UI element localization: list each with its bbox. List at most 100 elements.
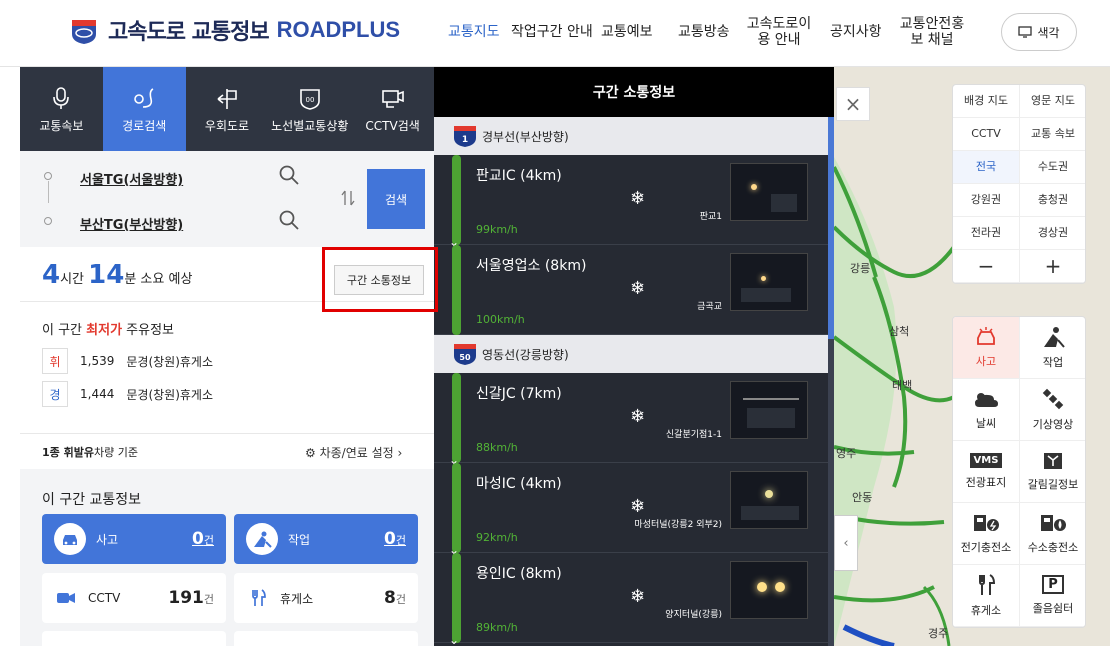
nav-traffic-map[interactable]: 교통지도: [448, 24, 500, 40]
chevron-left-icon: ‹: [843, 535, 849, 551]
collapse-panel-button[interactable]: ‹: [834, 515, 858, 571]
route-search-form: 서울TG(서울방향) 부산TG(부산방향) 검색: [20, 151, 434, 247]
tab-cctv-search[interactable]: CCTV검색: [351, 67, 434, 151]
segment-speed: 88km/h: [476, 441, 518, 454]
segment-speed: 89km/h: [476, 621, 518, 634]
cctv-label: 신갈분기점1-1: [665, 430, 722, 440]
rest-area-layer-button[interactable]: 휴게소: [953, 565, 1020, 627]
cctv-label: 양지터널(강릉): [665, 610, 722, 620]
card-label: CCTV: [88, 591, 121, 605]
cctv-thumbnail[interactable]: [730, 381, 808, 439]
search-icon[interactable]: [278, 164, 300, 186]
region-capital-button[interactable]: 수도권: [1020, 151, 1085, 184]
map-label-andong: 안동: [852, 491, 873, 504]
close-panel-button[interactable]: ×: [836, 87, 870, 121]
hydrogen-charger-icon: [1041, 514, 1066, 531]
route-connector-line: [48, 181, 49, 203]
accident-layer-button[interactable]: 사고: [953, 317, 1020, 379]
hydrogen-charger-layer-button[interactable]: 수소충전소: [1020, 503, 1085, 565]
fuel-tag: 경: [42, 381, 68, 407]
background-map-button[interactable]: 배경 지도: [953, 85, 1020, 118]
site-title-en: ROADPLUS: [276, 17, 401, 42]
card-count: 0건: [192, 529, 214, 549]
tab-detour[interactable]: 우회도로: [186, 67, 269, 151]
function-tabs: 교통속보 경로검색 우회도로 00 노선별교통상황 CCTV검색: [20, 67, 434, 151]
rest-area-card[interactable]: 휴게소 8건: [234, 573, 418, 623]
segment-row[interactable]: 서울영업소 (8km) ❄ 금곡교 100km/h: [434, 245, 828, 335]
cctv-thumbnail[interactable]: [730, 471, 808, 529]
tab-route-status[interactable]: 00 노선별교통상황: [268, 67, 351, 151]
cctv-card[interactable]: CCTV 191건: [42, 573, 226, 623]
segment-speed: 99km/h: [476, 223, 518, 236]
region-jeolla-button[interactable]: 전라권: [953, 217, 1020, 250]
fuel-basis-rest: 차량 기준: [93, 446, 138, 459]
nav-safety-channel[interactable]: 교통안전홍보 채널: [894, 16, 970, 48]
region-nationwide-button[interactable]: 전국: [953, 151, 1020, 184]
work-card[interactable]: 작업 0건: [234, 514, 418, 564]
vms-layer-button[interactable]: VMS 전광표지: [953, 441, 1020, 503]
hours-value: 4: [42, 260, 61, 290]
region-chungcheong-button[interactable]: 충청권: [1020, 184, 1085, 217]
more-card[interactable]: [42, 631, 226, 646]
english-map-button[interactable]: 영문 지도: [1020, 85, 1085, 118]
car-fuel-setting-link[interactable]: ⚙ 차종/연료 설정 ›: [305, 444, 402, 461]
cctv-thumbnail[interactable]: [730, 561, 808, 619]
nav-notice[interactable]: 공지사항: [830, 24, 882, 40]
poi-label: 갈림길정보: [1027, 477, 1079, 491]
search-icon[interactable]: [278, 209, 300, 231]
fuel-item-gasoline[interactable]: 휘 1,539 문경(창원)휴게소: [42, 348, 213, 374]
site-logo[interactable]: 고속도로 교통정보 ROADPLUS: [68, 14, 400, 46]
tab-label: 경로검색: [122, 118, 167, 133]
zoom-in-button[interactable]: +: [1020, 250, 1085, 283]
segment-row[interactable]: 용인IC (8km) ❄ 양지터널(강릉) ⌄ 89km/h: [434, 553, 828, 646]
segment-row[interactable]: 마성IC (4km) ❄ 마성터널(강릉2 외부2) ⌄ 92km/h: [434, 463, 828, 557]
road-header-yeongdong: 50 영동선(강릉방향): [434, 335, 828, 373]
svg-text:00: 00: [305, 96, 314, 104]
junction-layer-button[interactable]: 갈림길정보: [1020, 441, 1085, 503]
cctv-thumbnail[interactable]: [730, 253, 808, 311]
region-gyeongsang-button[interactable]: 경상권: [1020, 217, 1085, 250]
drowsy-shelter-layer-button[interactable]: P 졸음쉼터: [1020, 565, 1085, 627]
satellite-video-button[interactable]: 기상영상: [1020, 379, 1085, 441]
segment-name: 서울영업소 (8km): [476, 258, 587, 274]
panel-title: 구간 소통정보: [434, 67, 834, 117]
weather-layer-button[interactable]: 날씨: [953, 379, 1020, 441]
card-label: 휴게소: [280, 591, 314, 606]
ev-charger-layer-button[interactable]: 전기충전소: [953, 503, 1020, 565]
nav-work-zone[interactable]: 작업구간 안내: [511, 24, 593, 40]
region-gangwon-button[interactable]: 강원권: [953, 184, 1020, 217]
snow-icon: ❄: [630, 406, 646, 427]
car-accident-icon: [54, 523, 86, 555]
nav-usage-guide[interactable]: 고속도로이용 안내: [742, 16, 816, 48]
swap-icon[interactable]: [340, 189, 356, 207]
zoom-out-button[interactable]: −: [953, 250, 1020, 283]
segment-row[interactable]: 판교IC (4km) ❄ 판교1 ⌄ 99km/h: [434, 155, 828, 249]
cctv-thumbnail[interactable]: [730, 163, 808, 221]
end-point-input[interactable]: 부산TG(부산방향): [80, 214, 183, 233]
fuel-price: 1,539: [80, 354, 115, 368]
tab-label: 교통속보: [39, 118, 84, 133]
traffic-news-layer-button[interactable]: 교통 속보: [1020, 118, 1085, 151]
segment-row[interactable]: 신갈JC (7km) ❄ 신갈분기점1-1 ⌄ 88km/h: [434, 373, 828, 467]
cctv-layer-button[interactable]: CCTV: [953, 118, 1020, 151]
poi-label: 작업: [1042, 355, 1064, 369]
color-vision-button[interactable]: 색각: [1001, 13, 1077, 51]
poi-label: 전기충전소: [960, 540, 1012, 554]
card-count: 191건: [168, 588, 214, 608]
map-label-samcheok: 삼척: [889, 325, 910, 338]
accident-card[interactable]: 사고 0건: [42, 514, 226, 564]
highlight-box: [322, 247, 438, 312]
more-card[interactable]: [234, 631, 418, 646]
nav-broadcast[interactable]: 교통방송: [678, 24, 730, 40]
highway-shield-icon: 00: [299, 88, 320, 110]
nav-forecast[interactable]: 교통예보: [601, 24, 653, 40]
snow-icon: ❄: [630, 586, 646, 607]
fuel-item-diesel[interactable]: 경 1,444 문경(창원)휴게소: [42, 381, 213, 407]
divider: [20, 433, 434, 434]
route-search-button[interactable]: 검색: [367, 169, 425, 229]
tab-traffic-news[interactable]: 교통속보: [20, 67, 103, 151]
work-layer-button[interactable]: 작업: [1020, 317, 1085, 379]
start-point-input[interactable]: 서울TG(서울방향): [80, 169, 183, 188]
tab-route-search[interactable]: 경로검색: [102, 67, 186, 151]
snow-icon: ❄: [630, 278, 646, 299]
